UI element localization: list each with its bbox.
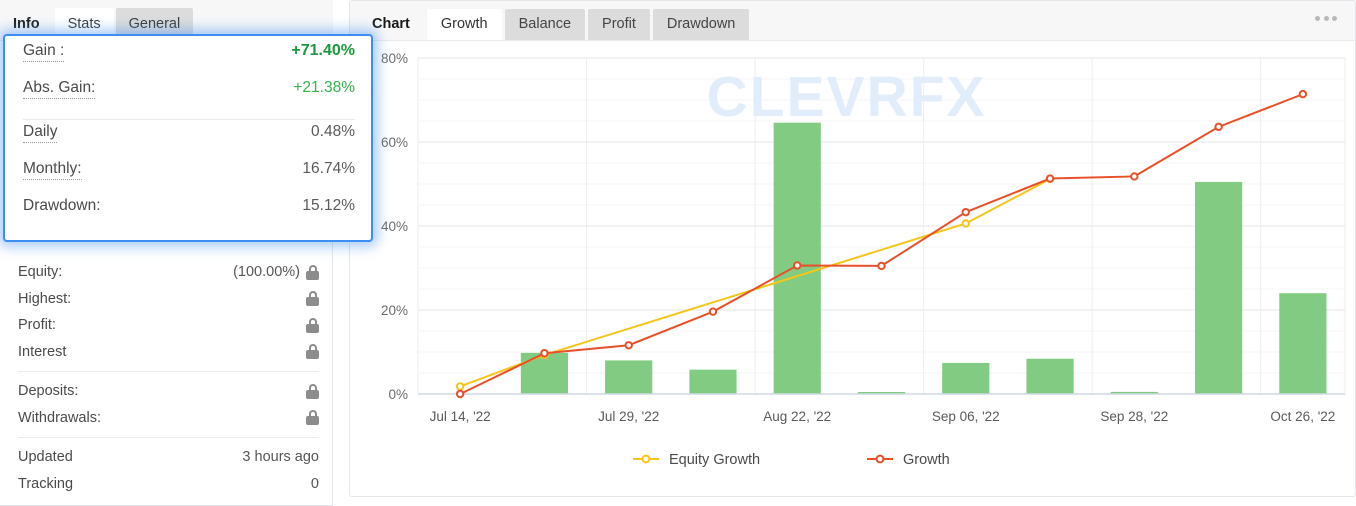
value-tracking: 0 xyxy=(310,475,319,492)
tab-profit[interactable]: Profit xyxy=(588,9,650,40)
lock-icon xyxy=(306,264,319,280)
data-point xyxy=(708,307,718,316)
lock-icon xyxy=(306,383,319,399)
legend-label[interactable]: Growth xyxy=(903,452,950,468)
y-axis-tick-label: 40% xyxy=(381,219,408,234)
value-equity: (100.00%) xyxy=(233,264,300,281)
chart-tab-bar: Chart Growth Balance Profit Drawdown xyxy=(350,1,1355,41)
x-axis-tick-label: Oct 26, '22 xyxy=(1270,409,1335,424)
y-axis-tick-label: 20% xyxy=(381,303,408,318)
stat-value-drawdown: 15.12% xyxy=(302,197,355,214)
label-interest: Interest xyxy=(18,343,67,360)
data-point xyxy=(1298,89,1308,99)
data-point xyxy=(1045,174,1055,183)
y-axis-tick-label: 80% xyxy=(381,51,408,66)
app-root: Info Stats General Gain : +71.40% Abs. G… xyxy=(0,0,1356,506)
label-profit: Profit: xyxy=(18,317,56,334)
bar xyxy=(1026,358,1074,394)
stat-row-daily: Daily 0.48% xyxy=(23,123,355,160)
lock-icon xyxy=(306,291,319,307)
list-item-tracking: Tracking 0 xyxy=(18,471,319,498)
value-updated: 3 hours ago xyxy=(242,449,319,466)
label-equity: Equity: xyxy=(18,264,63,281)
y-axis-tick-label: 0% xyxy=(388,387,408,402)
list-item-interest: Interest xyxy=(18,339,319,366)
label-deposits: Deposits: xyxy=(18,383,79,400)
stat-label-abs-gain: Abs. Gain: xyxy=(23,79,96,99)
legend-marker xyxy=(641,454,651,464)
x-axis-tick-label: Jul 14, '22 xyxy=(430,409,491,424)
x-axis-tick-label: Aug 22, '22 xyxy=(763,409,831,424)
watermark-text: CLEVRFX xyxy=(706,65,986,129)
list-divider xyxy=(18,371,319,372)
data-point xyxy=(540,349,549,358)
stat-row-monthly: Monthly: 16.74% xyxy=(23,160,355,197)
chart-svg: CLEVRFX 0% 20% 40% 60% 80% Jul 14, '22 Jul 29, … xyxy=(381,51,1346,468)
list-item-updated: Updated 3 hours ago xyxy=(18,444,319,471)
data-point xyxy=(1130,172,1139,181)
x-axis-tick-label: Jul 29, '22 xyxy=(598,409,659,424)
data-point xyxy=(624,341,633,350)
data-point xyxy=(961,219,970,228)
bar xyxy=(1194,181,1243,394)
data-point xyxy=(455,389,465,399)
account-detail-list: Equity: (100.00%) Highest: Profit: Inter… xyxy=(0,259,333,497)
bar xyxy=(942,362,990,394)
stat-label-monthly: Monthly: xyxy=(23,160,82,180)
stat-value-gain: +71.40% xyxy=(291,42,355,59)
stat-value-abs-gain: +21.38% xyxy=(293,79,355,96)
stats-highlight-card: Gain : +71.40% Abs. Gain: +21.38% Daily … xyxy=(3,34,373,242)
lock-icon xyxy=(306,317,319,333)
x-axis-tick-label: Sep 28, '22 xyxy=(1100,409,1168,424)
list-item-highest: Highest: xyxy=(18,286,319,313)
label-highest: Highest: xyxy=(18,290,72,307)
left-stats-panel: Info Stats General Gain : +71.40% Abs. G… xyxy=(0,0,373,506)
stat-label-drawdown: Drawdown: xyxy=(23,197,101,214)
bar xyxy=(605,360,653,394)
stat-label-gain: Gain : xyxy=(23,42,65,62)
data-point xyxy=(877,261,886,271)
stat-row-drawdown: Drawdown: 15.12% xyxy=(23,197,355,234)
legend-label[interactable]: Equity Growth xyxy=(669,452,760,468)
list-item-withdrawals: Withdrawals: xyxy=(18,405,319,432)
bar xyxy=(689,369,737,394)
list-divider xyxy=(18,437,319,438)
list-item-deposits: Deposits: xyxy=(18,378,319,405)
growth-chart: CLEVRFX 0% 20% 40% 60% 80% Jul 14, '22 Jul 29, … xyxy=(350,41,1356,498)
data-point xyxy=(961,207,970,217)
stat-label-daily: Daily xyxy=(23,123,58,143)
stat-value-daily: 0.48% xyxy=(311,123,355,140)
data-point xyxy=(1214,122,1223,132)
data-point xyxy=(793,261,802,270)
label-tracking: Tracking xyxy=(18,475,74,492)
more-options-icon[interactable] xyxy=(1315,16,1337,21)
legend-marker xyxy=(875,454,885,464)
tab-drawdown[interactable]: Drawdown xyxy=(652,9,750,40)
x-axis-tick-label: Sep 06, '22 xyxy=(932,409,1000,424)
lock-icon xyxy=(306,410,319,426)
list-item-equity: Equity: (100.00%) xyxy=(18,259,319,286)
data-point xyxy=(455,382,465,391)
label-updated: Updated xyxy=(18,449,73,466)
y-axis-tick-label: 60% xyxy=(381,135,408,150)
tab-balance[interactable]: Balance xyxy=(504,9,586,40)
chart-panel: Chart Growth Balance Profit Drawdown CLE… xyxy=(349,0,1356,497)
card-divider xyxy=(23,119,355,120)
stat-row-gain: Gain : +71.40% xyxy=(23,42,355,79)
bar xyxy=(1279,293,1327,394)
bar xyxy=(773,122,821,395)
list-item-profit: Profit: xyxy=(18,312,319,339)
stat-row-abs-gain: Abs. Gain: +21.38% xyxy=(23,79,355,116)
stat-value-monthly: 16.74% xyxy=(302,160,355,177)
label-withdrawals: Withdrawals: xyxy=(18,409,101,426)
lock-icon xyxy=(306,344,319,360)
tab-growth[interactable]: Growth xyxy=(426,9,502,40)
